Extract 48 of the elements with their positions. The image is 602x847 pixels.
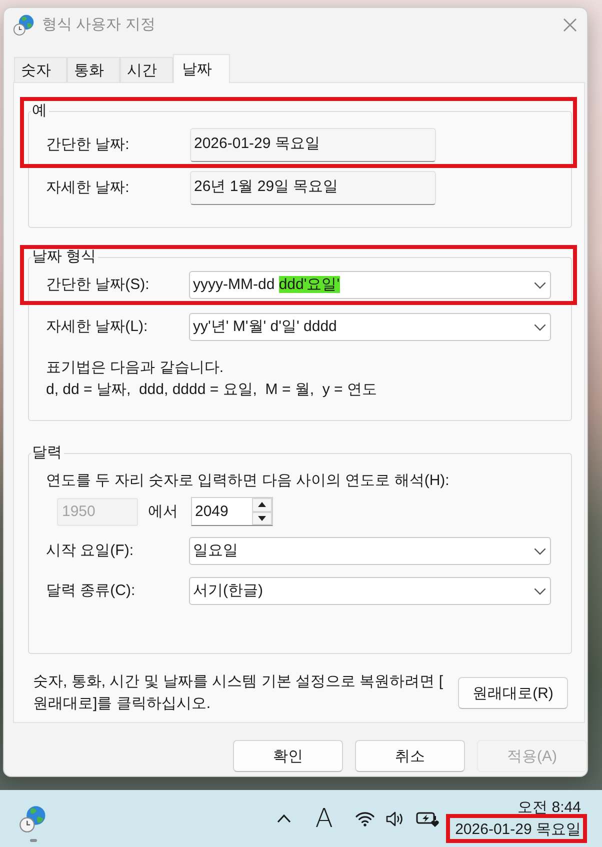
text-highlight: ddd'요일' [278, 276, 340, 293]
tab[interactable]: 숫자 [14, 57, 67, 82]
globe-clock-icon [13, 14, 35, 36]
field-label: 달력 종류(C): [46, 581, 136, 601]
chevron-up-icon[interactable] [277, 814, 292, 823]
tab[interactable]: 통화 [67, 57, 120, 82]
clock-date: 2026-01-29 목요일 [455, 818, 581, 840]
globe-clock-icon[interactable] [19, 805, 47, 833]
chevron-down-icon [534, 548, 546, 554]
battery-icon[interactable] [416, 810, 440, 828]
close-icon [563, 18, 577, 32]
field-label: 연도를 두 자리 숫자로 입력하면 다음 사이의 연도로 해석(H): [46, 471, 450, 491]
field-label: 자세한 날짜: [46, 178, 130, 198]
format-dropdown[interactable]: yy'년' M'월' d'일' dddd [189, 313, 551, 341]
group-title: 예 [31, 101, 48, 121]
spin-up-button[interactable] [252, 498, 272, 512]
restore-button[interactable]: 원래대로(R) [458, 677, 568, 709]
dialog-button[interactable]: 취소 [355, 740, 465, 772]
group-title: 달력 [31, 443, 63, 463]
group-title: 날짜 형식 [31, 247, 98, 267]
restore-instructions: 숫자, 통화, 시간 및 날짜를 시스템 기본 설정으로 복원하려면 [ 원래대로]를 클릭하십시오. [33, 672, 444, 714]
output-field: 2026-01-29 목요일 [190, 128, 436, 162]
range-text: 에서 [148, 502, 178, 522]
output-field: 26년 1월 29일 목요일 [190, 171, 436, 205]
notation-text: 표기법은 다음과 같습니다. [46, 358, 224, 378]
notation-text: d, dd = 날짜, ddd, dddd = 요일, M = 월, y = 연도 [46, 380, 377, 400]
chevron-down-icon [534, 324, 546, 330]
dropdown[interactable]: 일요일 [189, 537, 551, 565]
spin-down-button[interactable] [252, 512, 272, 525]
field-label: 간단한 날짜: [46, 135, 130, 155]
chevron-down-icon [534, 588, 546, 594]
clock-time: 오전 8:44 [518, 798, 581, 818]
dialog-button[interactable]: 확인 [233, 740, 343, 772]
speaker-icon[interactable] [386, 810, 404, 826]
dropdown[interactable]: 서기(한글) [189, 577, 551, 605]
year-spinbox[interactable]: 2049 [191, 497, 273, 526]
triangle-down-icon [258, 516, 266, 521]
tab[interactable]: 시간 [120, 57, 173, 82]
format-dropdown[interactable]: yyyy-MM-dd ddd'요일' [189, 271, 551, 299]
chevron-down-icon [534, 282, 546, 288]
field-label: 자세한 날짜(L): [46, 317, 148, 337]
input-mode-indicator[interactable]: A [315, 804, 334, 832]
wifi-icon[interactable] [355, 810, 376, 826]
field-label: 간단한 날짜(S): [46, 275, 150, 295]
tab[interactable]: 날짜 [173, 54, 230, 83]
window-title: 형식 사용자 지정 [42, 14, 156, 34]
field-label: 시작 요일(F): [46, 541, 134, 561]
triangle-up-icon [258, 502, 266, 508]
